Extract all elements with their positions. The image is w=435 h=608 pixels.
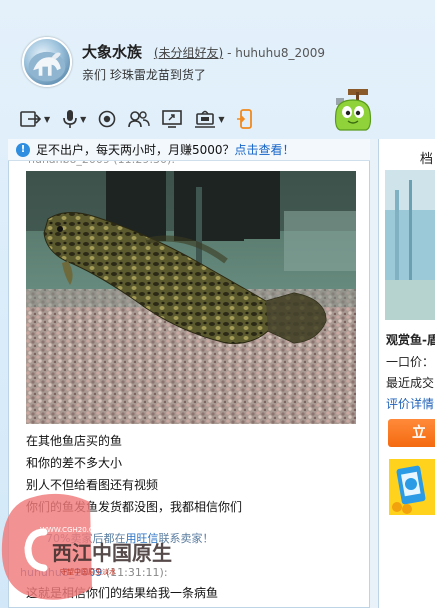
account-separator: -: [227, 46, 236, 60]
friend-group-link[interactable]: (未分组好友): [154, 46, 223, 60]
fish-photo[interactable]: [26, 171, 356, 424]
mascot-icon[interactable]: [332, 88, 374, 132]
system-message: 70%卖家后都在用旺信联系卖家！: [46, 530, 213, 546]
reply-message: 这就是相信你们的结果给我一条病鱼: [26, 586, 219, 600]
notice-bar: ! 足不出户，每天两小时，月赚5000？ 点击查看！: [8, 139, 370, 161]
nickname-line: 大象水族 (未分组好友) - huhuhu8_2009: [82, 41, 325, 62]
notice-link[interactable]: 点击查看！: [235, 141, 295, 158]
chevron-down-icon: ▼: [44, 114, 51, 124]
friend-group-name[interactable]: 未分组好友: [159, 46, 219, 60]
notice-text: 足不出户，每天两小时，月赚5000？: [36, 143, 235, 157]
system-message-tail: 联系卖家！: [158, 532, 214, 545]
chat-toolbar: ▼ ▼ ▼: [20, 107, 266, 131]
buy-now-button[interactable]: 立: [388, 419, 435, 447]
side-panel-tab[interactable]: 档: [378, 148, 435, 167]
friends-icon: [128, 111, 151, 128]
share-screen-icon: [162, 110, 183, 128]
chat-scrollbar[interactable]: [370, 139, 378, 608]
message-line: 你们的鱼发鱼发货都没图，我都相信你们: [26, 500, 243, 514]
info-icon: !: [16, 142, 30, 157]
product-title[interactable]: 观赏鱼-盾: [386, 331, 435, 348]
chevron-down-icon: ▼: [80, 114, 87, 124]
remote-desktop-icon: [195, 110, 216, 128]
share-screen-button[interactable]: [162, 107, 183, 131]
review-details-link[interactable]: 评价详情: [386, 395, 434, 412]
message-line: 在其他鱼店买的鱼: [26, 434, 123, 448]
friend-nickname[interactable]: 大象水族: [82, 43, 142, 61]
phone-orange-icon: [237, 109, 253, 129]
account-id: huhuhu8_2009: [235, 46, 326, 60]
promo-banner[interactable]: [389, 459, 435, 515]
friend-avatar[interactable]: [22, 37, 72, 87]
reply-meta: huhuhu8_2009 (11:31:11):: [20, 566, 168, 579]
phone-button[interactable]: [236, 107, 254, 131]
friend-signature: 亲们 珍珠雷龙苗到货了: [82, 68, 206, 82]
reply-sender[interactable]: huhuhu8_2009: [20, 566, 102, 579]
video-icon: [99, 110, 116, 128]
file-transfer-icon: [20, 111, 42, 127]
friend-account: - huhuhu8_2009: [227, 46, 325, 60]
voice-call-button[interactable]: ▼: [62, 107, 86, 131]
file-transfer-button[interactable]: ▼: [20, 107, 50, 131]
system-message-text: 70%卖家后都在: [46, 532, 126, 545]
microphone-icon: [63, 110, 77, 128]
product-image[interactable]: [385, 170, 435, 320]
remote-desktop-button[interactable]: ▼: [194, 107, 224, 131]
friends-button[interactable]: [128, 107, 151, 131]
reply-time: (11:31:11):: [105, 566, 168, 579]
product-price-label: 一口价：: [386, 355, 435, 369]
recent-deals-label: 最近成交: [386, 376, 435, 390]
message-body: 在其他鱼店买的鱼 和你的差不多大小 别人不但给看图还有视频 你们的鱼发鱼发货都没…: [26, 433, 242, 521]
chevron-down-icon: ▼: [218, 114, 225, 124]
message-line: 别人不但给看图还有视频: [26, 478, 159, 492]
video-call-button[interactable]: [98, 107, 116, 131]
system-message-link[interactable]: 用旺信: [125, 532, 158, 545]
message-line: 和你的差不多大小: [26, 456, 123, 470]
